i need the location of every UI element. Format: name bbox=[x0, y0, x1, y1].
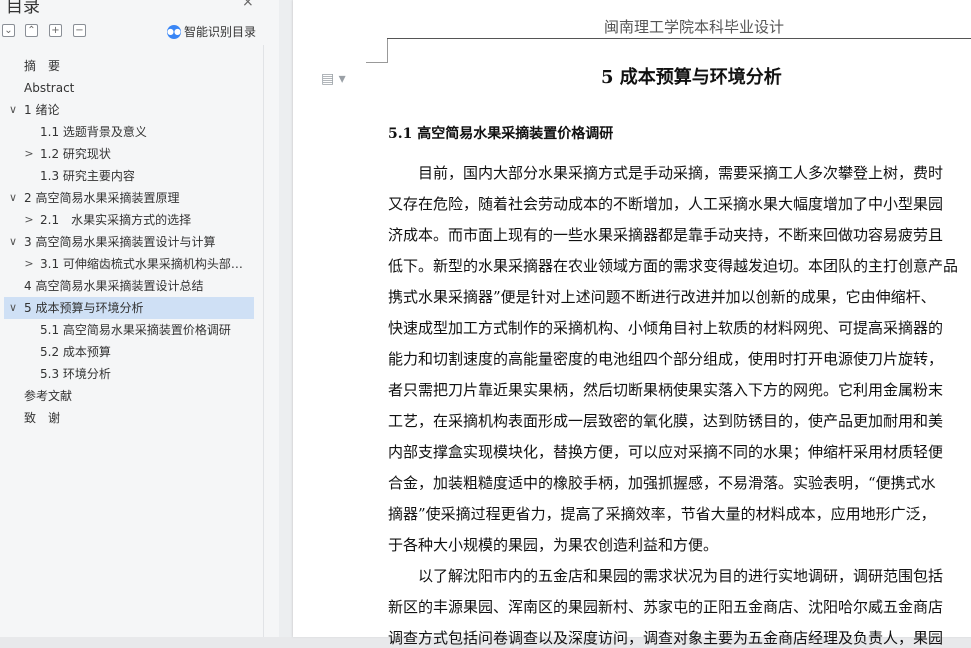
margin-corner-mark bbox=[387, 39, 388, 62]
body-text-line: 携式水果采摘器”便是针对上述问题不断进行改进并加以创新的成果，它由伸缩杆、 bbox=[388, 288, 936, 306]
toc-item-label: 5.3 环境分析 bbox=[40, 367, 111, 381]
toc-toolbar: ⌄ ⌃ + − ●● 智能识别目录 bbox=[0, 24, 264, 40]
chevron-right-icon[interactable]: > bbox=[23, 209, 35, 231]
toc-scrollbar[interactable] bbox=[279, 0, 292, 637]
toc-item-label: 2 高空简易水果采摘装置原理 bbox=[24, 191, 180, 205]
toc-item[interactable]: 致 谢 bbox=[0, 407, 264, 429]
section-title: 5.1 高空简易水果采摘装置价格调研 bbox=[388, 126, 614, 142]
body-text-line: 内部支撑盒实现模块化，替换方便，可以应对采摘不同的水果；伸缩杆采用材质轻便 bbox=[388, 443, 944, 461]
toc-item-label: 1.2 研究现状 bbox=[40, 147, 111, 161]
chevron-down-icon[interactable]: ∨ bbox=[7, 297, 19, 319]
body-text-line: 工艺，在采摘机构表面形成一层致密的氧化膜，达到防锈目的，使产品更加耐用和美 bbox=[388, 412, 944, 430]
toc-item-label: 1.1 选题背景及意义 bbox=[40, 125, 147, 139]
toc-item[interactable]: ∨ 1 绪论 bbox=[0, 99, 264, 121]
robot-icon: ●● bbox=[167, 24, 181, 39]
body-text-line: 目前，国内大部分水果采摘方式是手动采摘，需要采摘工人多次攀登上树，费时 bbox=[388, 164, 944, 182]
body-text-line: 以了解沈阳市内的五金店和果园的需求状况为目的进行实地调研，调研范围包括 bbox=[388, 567, 944, 585]
toc-item[interactable]: >1.2 研究现状 bbox=[0, 143, 264, 165]
chevron-down-icon[interactable]: ∨ bbox=[7, 231, 19, 253]
toc-item-label: 摘 要 bbox=[24, 59, 61, 73]
toc-item-label: Abstract bbox=[24, 81, 75, 95]
toc-item-label: 5.1 高空简易水果采摘装置价格调研 bbox=[40, 323, 231, 337]
chevron-right-icon[interactable]: > bbox=[23, 253, 35, 275]
toc-item[interactable]: 4 高空简易水果采摘装置设计总结 bbox=[0, 275, 264, 297]
toc-item-label: 2.1 水果实采摘方式的选择 bbox=[40, 213, 192, 227]
toc-item-label: 1.3 研究主要内容 bbox=[40, 169, 135, 183]
toc-item-label: 4 高空简易水果采摘装置设计总结 bbox=[24, 279, 204, 293]
toc-list: 摘 要 Abstract ∨ 1 绪论 1.1 选题背景及意义 >1.2 研究现状 1.3 … bbox=[0, 55, 264, 429]
toc-title: 目录 bbox=[6, 0, 40, 17]
body-text-line: 能力和切割速度的高能量密度的电池组四个部分组成，使用时打开电源使刀片旋转， bbox=[388, 350, 944, 368]
expand-all-icon[interactable]: ⌃ bbox=[25, 24, 38, 37]
toc-item-label: 参考文献 bbox=[24, 389, 73, 403]
body-text-line: 合金，加装粗糙度适中的橡胶手柄，加强抓握感，不易滑落。实验表明，“便携式水 bbox=[388, 474, 936, 492]
toc-item[interactable]: 5.3 环境分析 bbox=[0, 363, 264, 385]
toc-item[interactable]: ∨ 3 高空简易水果采摘装置设计与计算 bbox=[0, 231, 264, 253]
body-text-line: 济成本。而市面上现有的一些水果采摘器都是靠手动夹持，不断来回做功容易疲劳且 bbox=[388, 226, 944, 244]
toc-item[interactable]: 1.3 研究主要内容 bbox=[0, 165, 264, 187]
body-text-line: 摘器”使采摘过程更省力，提高了采摘效率，节省大量的材料成本，应用地形广泛， bbox=[388, 505, 936, 523]
add-heading-icon[interactable]: + bbox=[49, 24, 62, 37]
toc-item[interactable]: ∨ 5 成本预算与环境分析 bbox=[4, 297, 254, 319]
remove-heading-icon[interactable]: − bbox=[73, 24, 86, 37]
toc-item[interactable]: >3.1 可伸缩齿梳式水果采摘机构头部… bbox=[0, 253, 264, 275]
toc-item[interactable]: >2.1 水果实采摘方式的选择 bbox=[0, 209, 264, 231]
document-menu-icon[interactable]: ▤ ▾ bbox=[321, 71, 346, 87]
chevron-down-icon[interactable]: ∨ bbox=[7, 187, 19, 209]
toc-item[interactable]: 1.1 选题背景及意义 bbox=[0, 121, 264, 143]
close-icon[interactable]: × bbox=[242, 0, 254, 10]
smart-toc-label: 智能识别目录 bbox=[184, 25, 257, 39]
toc-item-label: 5.2 成本预算 bbox=[40, 345, 111, 359]
body-text-line: 低下。新型的水果采摘器在农业领域方面的需求变得越发迫切。本团队的主打创意产品 bbox=[388, 257, 959, 275]
toc-item[interactable]: Abstract bbox=[0, 77, 264, 99]
body-text-line: 又存在危险，随着社会劳动成本的不断增加，人工采摘水果大幅度增加了中小型果园 bbox=[388, 195, 944, 213]
body-text-line: 新区的丰源果园、浑南区的果园新村、苏家屯的正阳五金商店、沈阳哈尔威五金商店 bbox=[388, 598, 944, 616]
page-header: 闽南理工学院本科毕业设计 bbox=[604, 18, 785, 36]
smart-toc-button[interactable]: ●● 智能识别目录 bbox=[167, 23, 256, 40]
toc-item[interactable]: 参考文献 bbox=[0, 385, 264, 407]
toc-item[interactable]: 5.2 成本预算 bbox=[0, 341, 264, 363]
toc-item-label: 致 谢 bbox=[24, 411, 61, 425]
toc-item[interactable]: 摘 要 bbox=[0, 55, 264, 77]
toc-item-label: 3 高空简易水果采摘装置设计与计算 bbox=[24, 235, 216, 249]
toc-item[interactable]: ∨ 2 高空简易水果采摘装置原理 bbox=[0, 187, 264, 209]
document-page: 闽南理工学院本科毕业设计 ▤ ▾ 5 成本预算与环境分析 5.1 高空简易水果采… bbox=[293, 0, 971, 647]
body-text-line: 者只需把刀片靠近果实果柄，然后切断果柄使果实落入下方的网兜。它利用金属粉末 bbox=[388, 381, 944, 399]
toc-item-label: 3.1 可伸缩齿梳式水果采摘机构头部… bbox=[40, 257, 243, 271]
header-rule bbox=[387, 38, 971, 39]
collapse-all-icon[interactable]: ⌄ bbox=[2, 24, 15, 37]
body-text-line: 调查方式包括问卷调查以及深度访问，调查对象主要为五金商店经理及负责人，果园 bbox=[388, 629, 944, 647]
margin-corner-mark bbox=[366, 62, 388, 63]
chevron-right-icon[interactable]: > bbox=[23, 143, 35, 165]
body-text-line: 快速成型加工方式制作的采摘机构、小倾角目衬上软质的材料网兜、可提高采摘器的 bbox=[388, 319, 944, 337]
toc-pane: 目录 × ⌄ ⌃ + − ●● 智能识别目录 摘 要 Abstract ∨ 1 绪论 1… bbox=[0, 0, 292, 637]
document-area: 闽南理工学院本科毕业设计 ▤ ▾ 5 成本预算与环境分析 5.1 高空简易水果采… bbox=[292, 0, 971, 647]
toc-item[interactable]: 5.1 高空简易水果采摘装置价格调研 bbox=[0, 319, 264, 341]
chapter-title: 5 成本预算与环境分析 bbox=[601, 67, 782, 88]
body-text-line: 于各种大小规模的果园，为果农创造利益和方便。 bbox=[388, 536, 719, 554]
toc-item-label: 5 成本预算与环境分析 bbox=[24, 301, 144, 315]
chevron-down-icon[interactable]: ∨ bbox=[7, 99, 19, 121]
toc-item-label: 1 绪论 bbox=[24, 103, 60, 117]
